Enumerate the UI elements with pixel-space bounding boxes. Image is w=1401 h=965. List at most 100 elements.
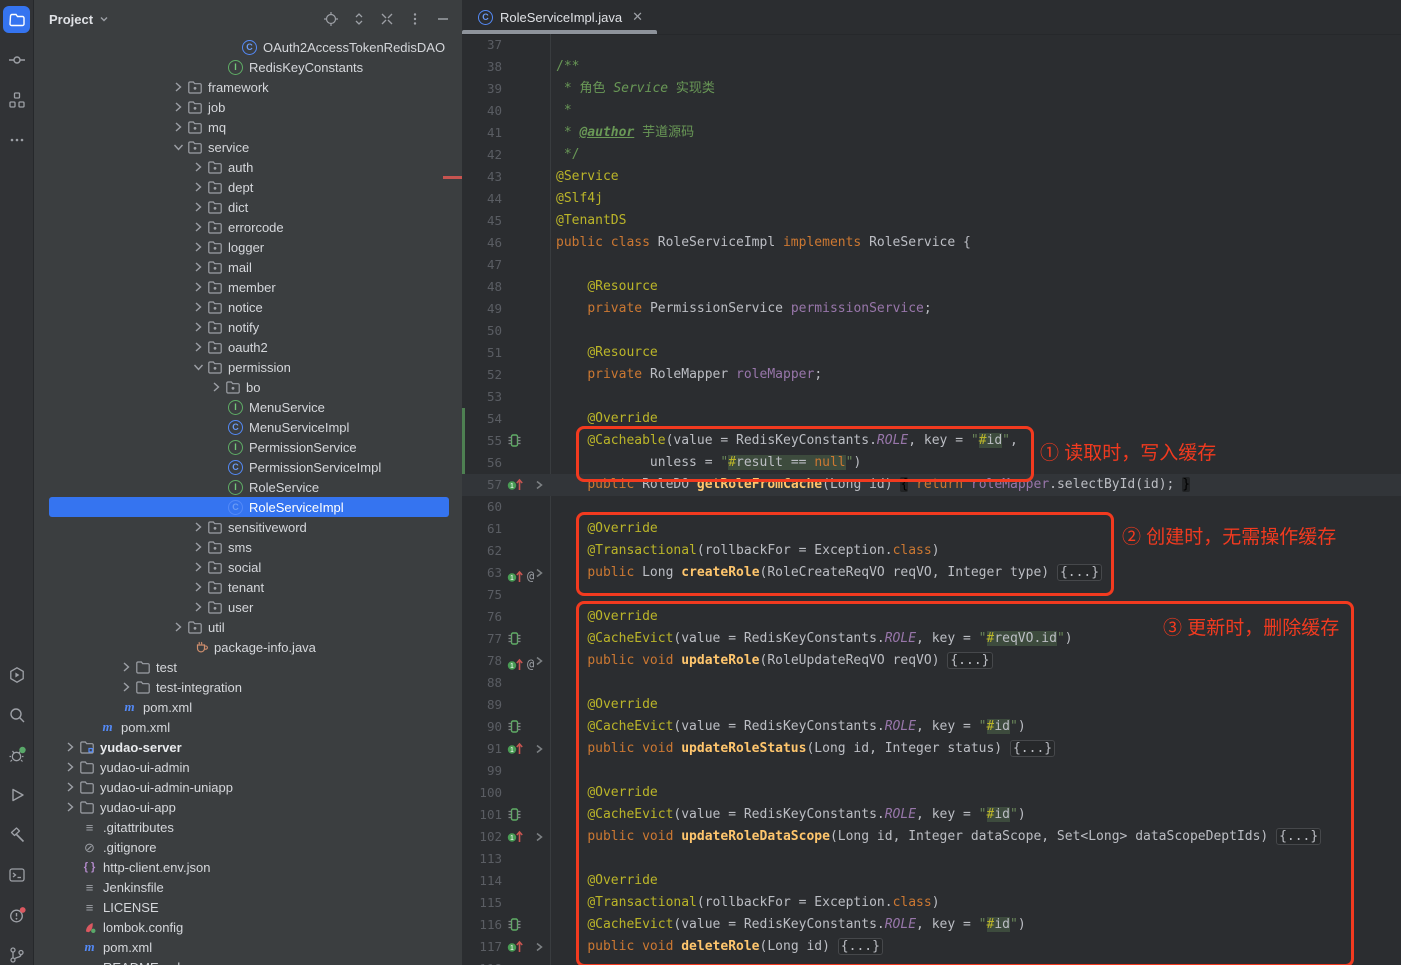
tree-item[interactable]: sms <box>34 537 462 557</box>
tree-item[interactable]: { }http-client.env.json <box>34 857 462 877</box>
code-line[interactable]: 781@ public void updateRole(RoleUpdateRe… <box>462 650 1401 672</box>
chevron-collapsed-icon[interactable] <box>189 199 206 215</box>
close-icon[interactable]: ✕ <box>632 9 643 25</box>
line-number[interactable]: 76 <box>462 606 502 628</box>
code-line[interactable]: 571 public RoleDO getRoleFromCache(Long … <box>462 474 1401 496</box>
chevron-collapsed-icon[interactable] <box>189 259 206 275</box>
code-line[interactable]: 1021 public void updateRoleDataScope(Lon… <box>462 826 1401 848</box>
line-number[interactable]: 51 <box>462 342 502 364</box>
code-line[interactable]: 46public class RoleServiceImpl implement… <box>462 232 1401 254</box>
tree-item[interactable]: ≡Jenkinsfile <box>34 877 462 897</box>
tree-item[interactable]: errorcode <box>34 217 462 237</box>
chevron-collapsed-icon[interactable] <box>169 79 186 95</box>
line-number[interactable]: 91 <box>462 738 502 760</box>
line-number[interactable]: 61 <box>462 518 502 540</box>
line-number[interactable]: 60 <box>462 496 502 518</box>
tree-item[interactable]: bo <box>34 377 462 397</box>
code-line[interactable]: 99 <box>462 760 1401 782</box>
line-number[interactable]: 89 <box>462 694 502 716</box>
chevron-collapsed-icon[interactable] <box>189 179 206 195</box>
project-panel-title[interactable]: Project <box>49 12 93 27</box>
commit-icon[interactable] <box>3 46 30 73</box>
code-line[interactable]: 76 @Override <box>462 606 1401 628</box>
tree-item[interactable]: service <box>34 137 462 157</box>
code-line[interactable]: 75 <box>462 584 1401 606</box>
line-number[interactable]: 99 <box>462 760 502 782</box>
hide-panel-icon[interactable] <box>434 10 452 28</box>
tree-item[interactable]: CRoleServiceImpl <box>34 497 462 517</box>
code-line[interactable]: 62 @Transactional(rollbackFor = Exceptio… <box>462 540 1401 562</box>
chevron-expanded-icon[interactable] <box>169 139 186 155</box>
chevron-collapsed-icon[interactable] <box>169 619 186 635</box>
tree-item[interactable]: dept <box>34 177 462 197</box>
tree-item[interactable]: ⊘.gitignore <box>34 837 462 857</box>
code-line[interactable]: 88 <box>462 672 1401 694</box>
services-icon[interactable] <box>3 661 30 688</box>
line-number[interactable]: 45 <box>462 210 502 232</box>
code-line[interactable]: 51 @Resource <box>462 342 1401 364</box>
chevron-collapsed-icon[interactable] <box>61 799 78 815</box>
line-number[interactable]: 52 <box>462 364 502 386</box>
chevron-expanded-icon[interactable] <box>189 359 206 375</box>
line-number[interactable]: 75 <box>462 584 502 606</box>
code-line[interactable]: 43@Service <box>462 166 1401 188</box>
line-number[interactable]: 101 <box>462 804 502 826</box>
bean-override-gutter-icon[interactable]: 1 <box>507 829 525 844</box>
chevron-collapsed-icon[interactable] <box>117 659 134 675</box>
code-line[interactable]: 55 @Cacheable(value = RedisKeyConstants.… <box>462 430 1401 452</box>
cache-chip-gutter-icon[interactable] <box>507 433 522 448</box>
tree-item[interactable]: mail <box>34 257 462 277</box>
chevron-collapsed-icon[interactable] <box>189 579 206 595</box>
chevron-collapsed-icon[interactable] <box>189 599 206 615</box>
tree-item[interactable]: CPermissionServiceImpl <box>34 457 462 477</box>
line-number[interactable]: 63 <box>462 562 502 584</box>
code-line[interactable]: 90 @CacheEvict(value = RedisKeyConstants… <box>462 716 1401 738</box>
tree-item[interactable]: lombok.config <box>34 917 462 937</box>
code-line[interactable]: 54 @Override <box>462 408 1401 430</box>
bean-override-gutter-icon[interactable]: 1 <box>507 569 525 584</box>
code-line[interactable]: 116 @CacheEvict(value = RedisKeyConstant… <box>462 914 1401 936</box>
tree-item[interactable]: tenant <box>34 577 462 597</box>
chevron-collapsed-icon[interactable] <box>189 239 206 255</box>
code-line[interactable]: 60 <box>462 496 1401 518</box>
line-number[interactable]: 57 <box>462 474 502 496</box>
tree-item[interactable]: package-info.java <box>34 637 462 657</box>
line-number[interactable]: 55 <box>462 430 502 452</box>
tree-item[interactable]: ≡README.md <box>34 957 462 965</box>
code-line[interactable]: 42 */ <box>462 144 1401 166</box>
bean-override-gutter-icon[interactable]: 1 <box>507 741 525 756</box>
more-tool-windows-icon[interactable] <box>3 126 30 153</box>
tree-item[interactable]: ≡LICENSE <box>34 897 462 917</box>
tree-item[interactable]: permission <box>34 357 462 377</box>
line-number[interactable]: 46 <box>462 232 502 254</box>
tree-item[interactable]: yudao-ui-app <box>34 797 462 817</box>
tree-item[interactable]: test-integration <box>34 677 462 697</box>
chevron-collapsed-icon[interactable] <box>117 679 134 695</box>
code-line[interactable]: 1171 public void deleteRole(Long id) {..… <box>462 936 1401 958</box>
chevron-collapsed-icon[interactable] <box>61 779 78 795</box>
line-number[interactable]: 88 <box>462 672 502 694</box>
line-number[interactable]: 43 <box>462 166 502 188</box>
tree-item[interactable]: util <box>34 617 462 637</box>
code-line[interactable]: 113 <box>462 848 1401 870</box>
code-line[interactable]: 61 @Override <box>462 518 1401 540</box>
tree-item[interactable]: sensitiveword <box>34 517 462 537</box>
tree-item[interactable]: oauth2 <box>34 337 462 357</box>
select-opened-file-icon[interactable] <box>322 10 340 28</box>
tree-item[interactable]: framework <box>34 77 462 97</box>
code-line[interactable]: 52 private RoleMapper roleMapper; <box>462 364 1401 386</box>
line-number[interactable]: 39 <box>462 78 502 100</box>
line-number[interactable]: 117 <box>462 936 502 958</box>
tree-item[interactable]: yudao-ui-admin-uniapp <box>34 777 462 797</box>
tree-item[interactable]: dict <box>34 197 462 217</box>
line-number[interactable]: 40 <box>462 100 502 122</box>
code-line[interactable]: 45@TenantDS <box>462 210 1401 232</box>
cache-chip-gutter-icon[interactable] <box>507 807 522 822</box>
more-options-icon[interactable] <box>406 10 424 28</box>
git-branch-icon[interactable] <box>3 941 30 965</box>
tree-item[interactable]: IRoleService <box>34 477 462 497</box>
structure-icon[interactable] <box>3 86 30 113</box>
chevron-collapsed-icon[interactable] <box>61 739 78 755</box>
project-icon[interactable] <box>3 6 30 33</box>
collapse-all-icon[interactable] <box>378 10 396 28</box>
